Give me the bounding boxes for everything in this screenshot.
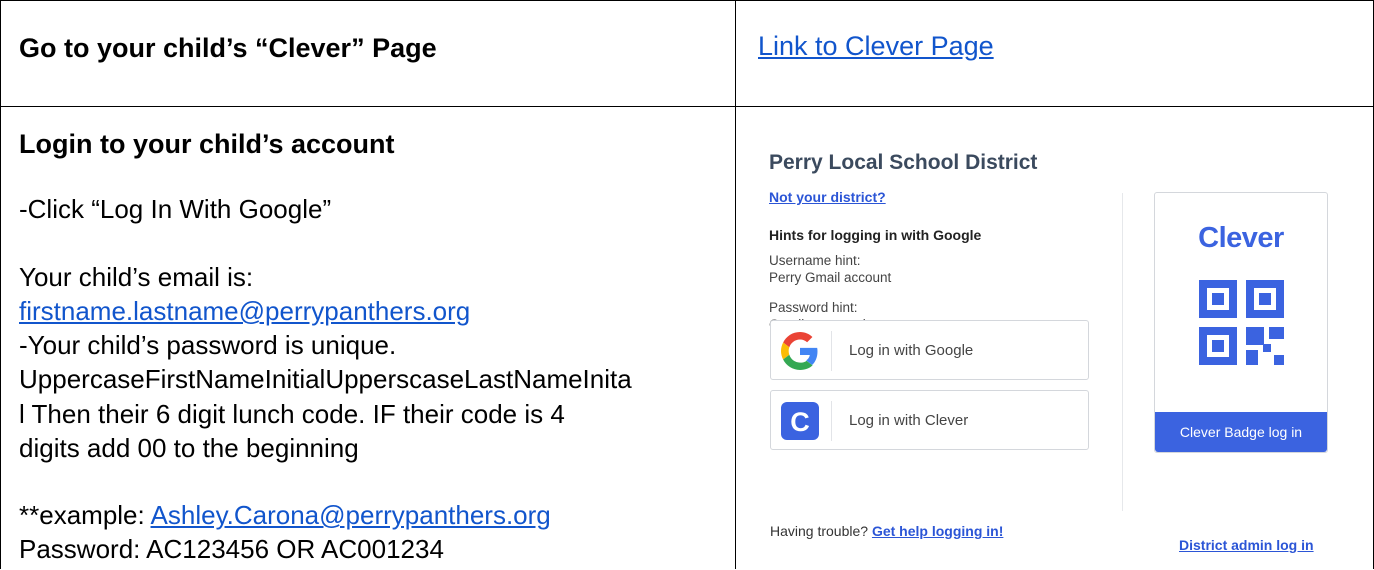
go-to-clever-heading: Go to your child’s “Clever” Page (19, 33, 437, 63)
example-prefix: **example: (19, 500, 151, 530)
get-help-link[interactable]: Get help logging in! (872, 523, 1003, 539)
row2-right-cell: Perry Local School District Not your dis… (735, 106, 1374, 569)
panel-divider (1122, 193, 1123, 511)
svg-text:C: C (790, 407, 810, 437)
clever-badge-card: Clever Clever Badge log in (1154, 192, 1328, 453)
qr-code-icon (1199, 280, 1284, 365)
district-name: Perry Local School District (769, 151, 1038, 174)
username-hint-label: Username hint: (769, 253, 861, 268)
google-icon (781, 332, 818, 370)
trouble-label: Having trouble? (770, 523, 869, 539)
example-line: **example: Ashley.Carona@perrypanthers.o… (19, 498, 551, 533)
clever-button-label: Log in with Clever (849, 412, 969, 429)
not-your-district-link[interactable]: Not your district? (769, 189, 886, 205)
hints-title: Hints for logging in with Google (769, 227, 982, 243)
having-trouble-text: Having trouble? Get help logging in! (770, 523, 1003, 539)
email-format-link[interactable]: firstname.lastname@perrypanthers.org (19, 296, 470, 326)
example-email-link[interactable]: Ashley.Carona@perrypanthers.org (151, 500, 551, 530)
clever-logo: Clever (1198, 222, 1284, 254)
instruction-table: Go to your child’s “Clever” Page Link to… (0, 0, 1374, 569)
email-intro: Your child’s email is: (19, 262, 254, 292)
row1-right-cell: Link to Clever Page (735, 0, 1374, 107)
district-admin-login-link[interactable]: District admin log in (1179, 537, 1314, 553)
password-line-2: UppercaseFirstNameInitialUpperscaseLastN… (19, 364, 632, 394)
clever-badge-login-button[interactable]: Clever Badge log in (1155, 412, 1327, 452)
clever-c-icon: C (781, 402, 819, 440)
login-with-google-button[interactable]: Log in with Google (770, 320, 1089, 380)
row1-left-cell: Go to your child’s “Clever” Page (0, 0, 736, 107)
clever-login-screenshot: Perry Local School District Not your dis… (736, 107, 1374, 570)
example-password: Password: AC123456 OR AC001234 (19, 534, 444, 564)
google-button-label: Log in with Google (849, 342, 974, 359)
login-with-clever-button[interactable]: C Log in with Clever (770, 390, 1089, 450)
clever-page-link[interactable]: Link to Clever Page (758, 31, 994, 62)
username-hint-value: Perry Gmail account (769, 270, 892, 285)
password-line-4: digits add 00 to the beginning (19, 433, 359, 463)
password-line-3: l Then their 6 digit lunch code. IF thei… (19, 399, 565, 429)
button-separator (831, 331, 832, 371)
password-hint-label: Password hint: (769, 300, 858, 315)
button-separator (831, 401, 832, 441)
row2-left-cell: Login to your child’s account -Click “Lo… (0, 106, 736, 569)
step-click-google: -Click “Log In With Google” (19, 194, 332, 224)
login-heading: Login to your child’s account (19, 129, 395, 159)
password-line-1: -Your child’s password is unique. (19, 330, 397, 360)
